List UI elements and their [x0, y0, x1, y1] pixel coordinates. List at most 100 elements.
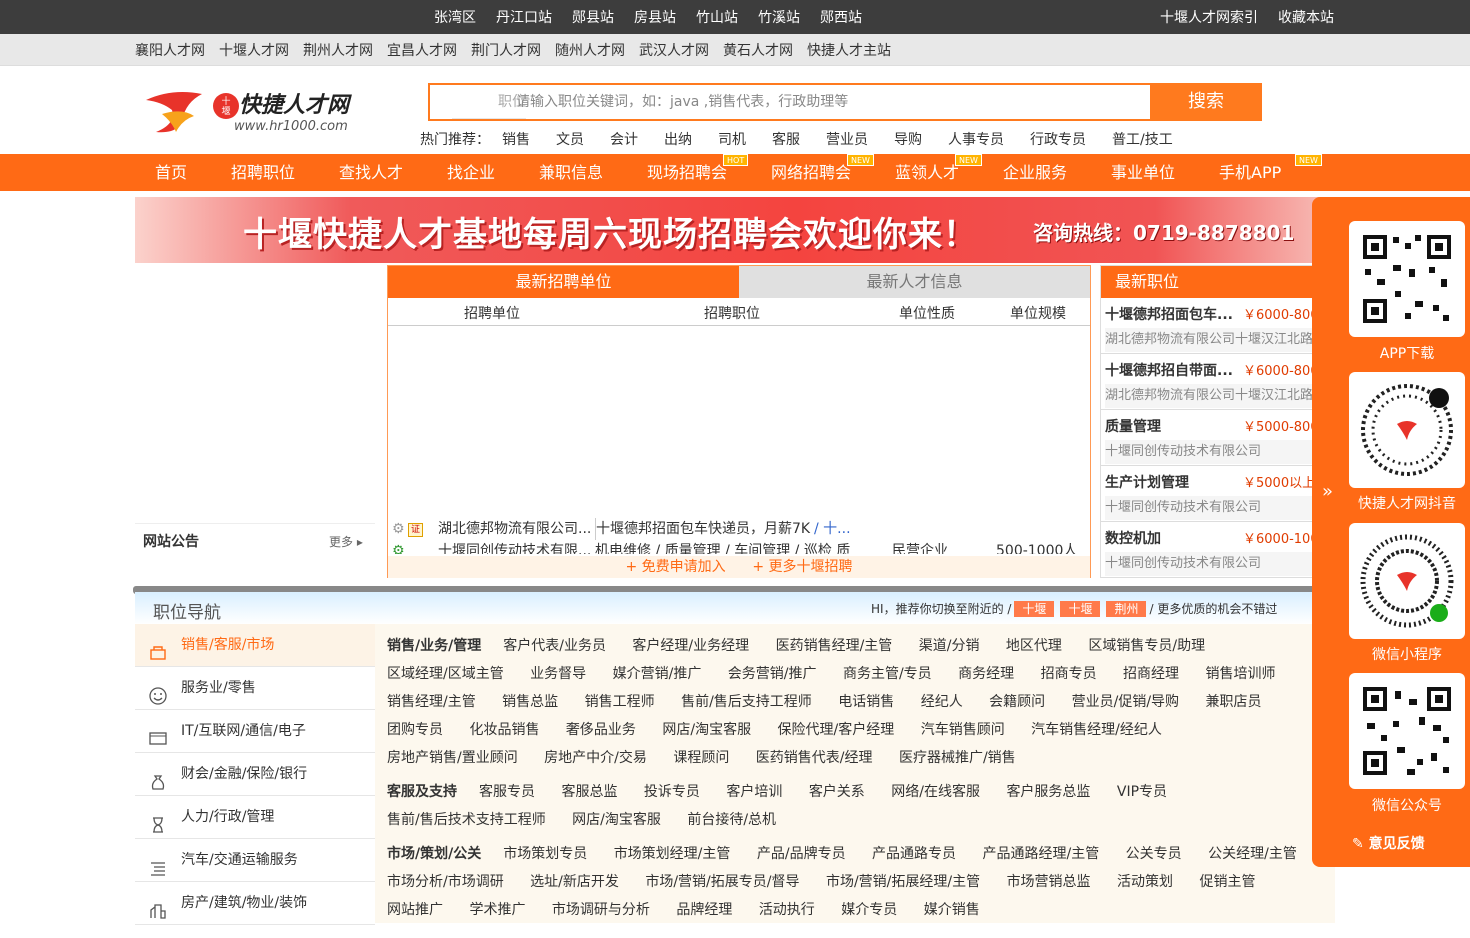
job-title[interactable]: 质量管理	[1105, 416, 1161, 436]
nav-home[interactable]: 首页	[155, 154, 187, 191]
job-link[interactable]: 奢侈品业务	[566, 722, 636, 738]
job-link[interactable]: 销售工程师	[585, 694, 655, 710]
hot-keyword[interactable]: 销售	[502, 129, 530, 149]
job-link[interactable]: 客户服务总监	[1006, 784, 1090, 800]
category-service[interactable]: 服务业/零售	[135, 667, 375, 710]
job-link[interactable]: 市场策划经理/主管	[614, 846, 731, 862]
job-link[interactable]: 产品通路专员	[872, 846, 956, 862]
job-link[interactable]: 汽车销售顾问	[921, 722, 1005, 738]
job-group-title[interactable]: 客服及支持	[387, 784, 457, 800]
job-link[interactable]: 会务营销/推广	[728, 666, 817, 682]
job-group-title[interactable]: 市场/策划/公关	[387, 846, 481, 862]
site-index-link[interactable]: 十堰人才网索引	[1160, 7, 1258, 27]
job-link[interactable]: 会籍顾问	[989, 694, 1045, 710]
apply-link[interactable]: + 免费申请加入	[625, 559, 725, 575]
job-link[interactable]: 选址/新店开发	[530, 874, 619, 890]
search-input[interactable]	[516, 88, 1116, 116]
category-it[interactable]: IT/互联网/通信/电子	[135, 710, 375, 753]
city-site-link[interactable]: 宜昌人才网	[387, 40, 457, 60]
job-link[interactable]: 课程顾问	[673, 750, 729, 766]
nav-online-fair[interactable]: 网络招聘会	[771, 154, 851, 191]
job-link[interactable]: 经纪人	[921, 694, 963, 710]
job-link[interactable]: 品牌经理	[676, 902, 732, 918]
site-link[interactable]: 张湾区	[434, 7, 476, 27]
job-link[interactable]: 客户培训	[726, 784, 782, 800]
job-link[interactable]: 学术推广	[469, 902, 525, 918]
job-company[interactable]: 十堰同创传动技术有限公司	[1105, 552, 1314, 576]
site-link[interactable]: 郧西站	[820, 7, 862, 27]
hot-keyword[interactable]: 人事专员	[948, 129, 1004, 149]
job-link[interactable]: 汽车销售经理/经纪人	[1031, 722, 1162, 738]
job-link[interactable]: 客服总监	[561, 784, 617, 800]
job-company[interactable]: 湖北德邦物流有限公司十堰汉江北路	[1105, 384, 1314, 408]
job-group-title[interactable]: 销售/业务/管理	[387, 638, 481, 654]
job-link[interactable]: 化妆品销售	[469, 722, 539, 738]
city-site-link[interactable]: 武汉人才网	[639, 40, 709, 60]
city-site-link[interactable]: 随州人才网	[555, 40, 625, 60]
job-link[interactable]: 市场/营销/拓展经理/主管	[826, 874, 980, 890]
bookmark-link[interactable]: 收藏本站	[1278, 7, 1334, 27]
job-company[interactable]: 十堰同创传动技术有限公司	[1105, 440, 1314, 464]
positions-link[interactable]: 十堰德邦招面包车快递员，月薪7K	[595, 518, 815, 540]
job-link[interactable]: 业务督导	[530, 666, 586, 682]
hot-keyword[interactable]: 客服	[772, 129, 800, 149]
nav-parttime[interactable]: 兼职信息	[539, 154, 603, 191]
job-link[interactable]: 市场/营销/拓展专员/督导	[645, 874, 799, 890]
hot-keyword[interactable]: 导购	[894, 129, 922, 149]
job-link[interactable]: 公关专员	[1126, 846, 1182, 862]
hot-keyword[interactable]: 出纳	[664, 129, 692, 149]
search-button[interactable]: 搜索	[1150, 83, 1262, 121]
job-link[interactable]: 媒介营销/推广	[613, 666, 702, 682]
employer-link[interactable]: 湖北德邦物流有限公司...	[438, 518, 593, 540]
search-category-select[interactable]: 职位	[452, 85, 526, 119]
job-link[interactable]: 售前/售后支持工程师	[681, 694, 812, 710]
job-item[interactable]: 数控机加 ￥6000-10000 十堰同创传动技术有限公司	[1101, 522, 1314, 577]
job-link[interactable]: 区域经理/区域主管	[387, 666, 504, 682]
feedback-button[interactable]: ✎ 意见反馈	[1352, 833, 1425, 853]
hot-keyword[interactable]: 营业员	[826, 129, 868, 149]
job-link[interactable]: 客户经理/业务经理	[632, 638, 749, 654]
job-link[interactable]: 售前/售后技术支持工程师	[387, 812, 546, 828]
job-link[interactable]: 招商专员	[1041, 666, 1097, 682]
job-link[interactable]: 地区代理	[1006, 638, 1062, 654]
job-link[interactable]: 市场分析/市场调研	[387, 874, 504, 890]
city-site-link[interactable]: 黄石人才网	[723, 40, 793, 60]
job-link[interactable]: 网店/淘宝客服	[662, 722, 751, 738]
job-link[interactable]: 医药销售代表/经理	[756, 750, 873, 766]
city-site-link[interactable]: 荆州人才网	[303, 40, 373, 60]
job-item[interactable]: 十堰德邦招面包车... ￥6000-8000 湖北德邦物流有限公司十堰汉江北路	[1101, 298, 1314, 354]
job-link[interactable]: 电话销售	[838, 694, 894, 710]
job-link[interactable]: 市场调研与分析	[552, 902, 650, 918]
job-title[interactable]: 十堰德邦招自带面...	[1105, 360, 1233, 380]
hot-keyword[interactable]: 司机	[718, 129, 746, 149]
city-site-link[interactable]: 荆门人才网	[471, 40, 541, 60]
job-link[interactable]: 商务经理	[958, 666, 1014, 682]
city-tag[interactable]: 荆州	[1106, 600, 1147, 617]
job-title[interactable]: 数控机加	[1105, 528, 1161, 548]
tab-latest-employers[interactable]: 最新招聘单位	[388, 266, 739, 298]
job-link[interactable]: 促销主管	[1199, 874, 1255, 890]
job-link[interactable]: 保险代理/客户经理	[778, 722, 895, 738]
nav-talents[interactable]: 查找人才	[339, 154, 403, 191]
job-company[interactable]: 湖北德邦物流有限公司十堰汉江北路	[1105, 328, 1314, 352]
job-link[interactable]: 销售经理/主管	[387, 694, 476, 710]
job-link[interactable]: 医药销售经理/主管	[776, 638, 893, 654]
nav-bluecollar[interactable]: 蓝领人才	[895, 154, 959, 191]
category-sales[interactable]: 销售/客服/市场	[135, 624, 375, 667]
job-link[interactable]: 客服专员	[479, 784, 535, 800]
job-item[interactable]: 质量管理 ￥5000-8000 十堰同创传动技术有限公司	[1101, 410, 1314, 466]
job-link[interactable]: 产品/品牌专员	[757, 846, 846, 862]
nav-jobs[interactable]: 招聘职位	[231, 154, 295, 191]
nav-enterprise-service[interactable]: 企业服务	[1003, 154, 1067, 191]
site-link[interactable]: 竹山站	[696, 7, 738, 27]
tab-latest-talents[interactable]: 最新人才信息	[739, 266, 1090, 298]
job-link[interactable]: 客户代表/业务员	[503, 638, 606, 654]
job-link[interactable]: 活动策划	[1117, 874, 1173, 890]
city-site-link[interactable]: 襄阳人才网	[135, 40, 205, 60]
notice-more-link[interactable]: 更多 ▸	[329, 533, 363, 550]
site-link[interactable]: 郧县站	[572, 7, 614, 27]
job-item[interactable]: 生产计划管理 ￥5000以上 十堰同创传动技术有限公司	[1101, 466, 1314, 522]
job-fair-banner[interactable]: 十堰快捷人才基地每周六现场招聘会欢迎你来！ 咨询热线：0719-8878801	[135, 197, 1335, 263]
site-link[interactable]: 房县站	[634, 7, 676, 27]
job-link[interactable]: 销售总监	[502, 694, 558, 710]
